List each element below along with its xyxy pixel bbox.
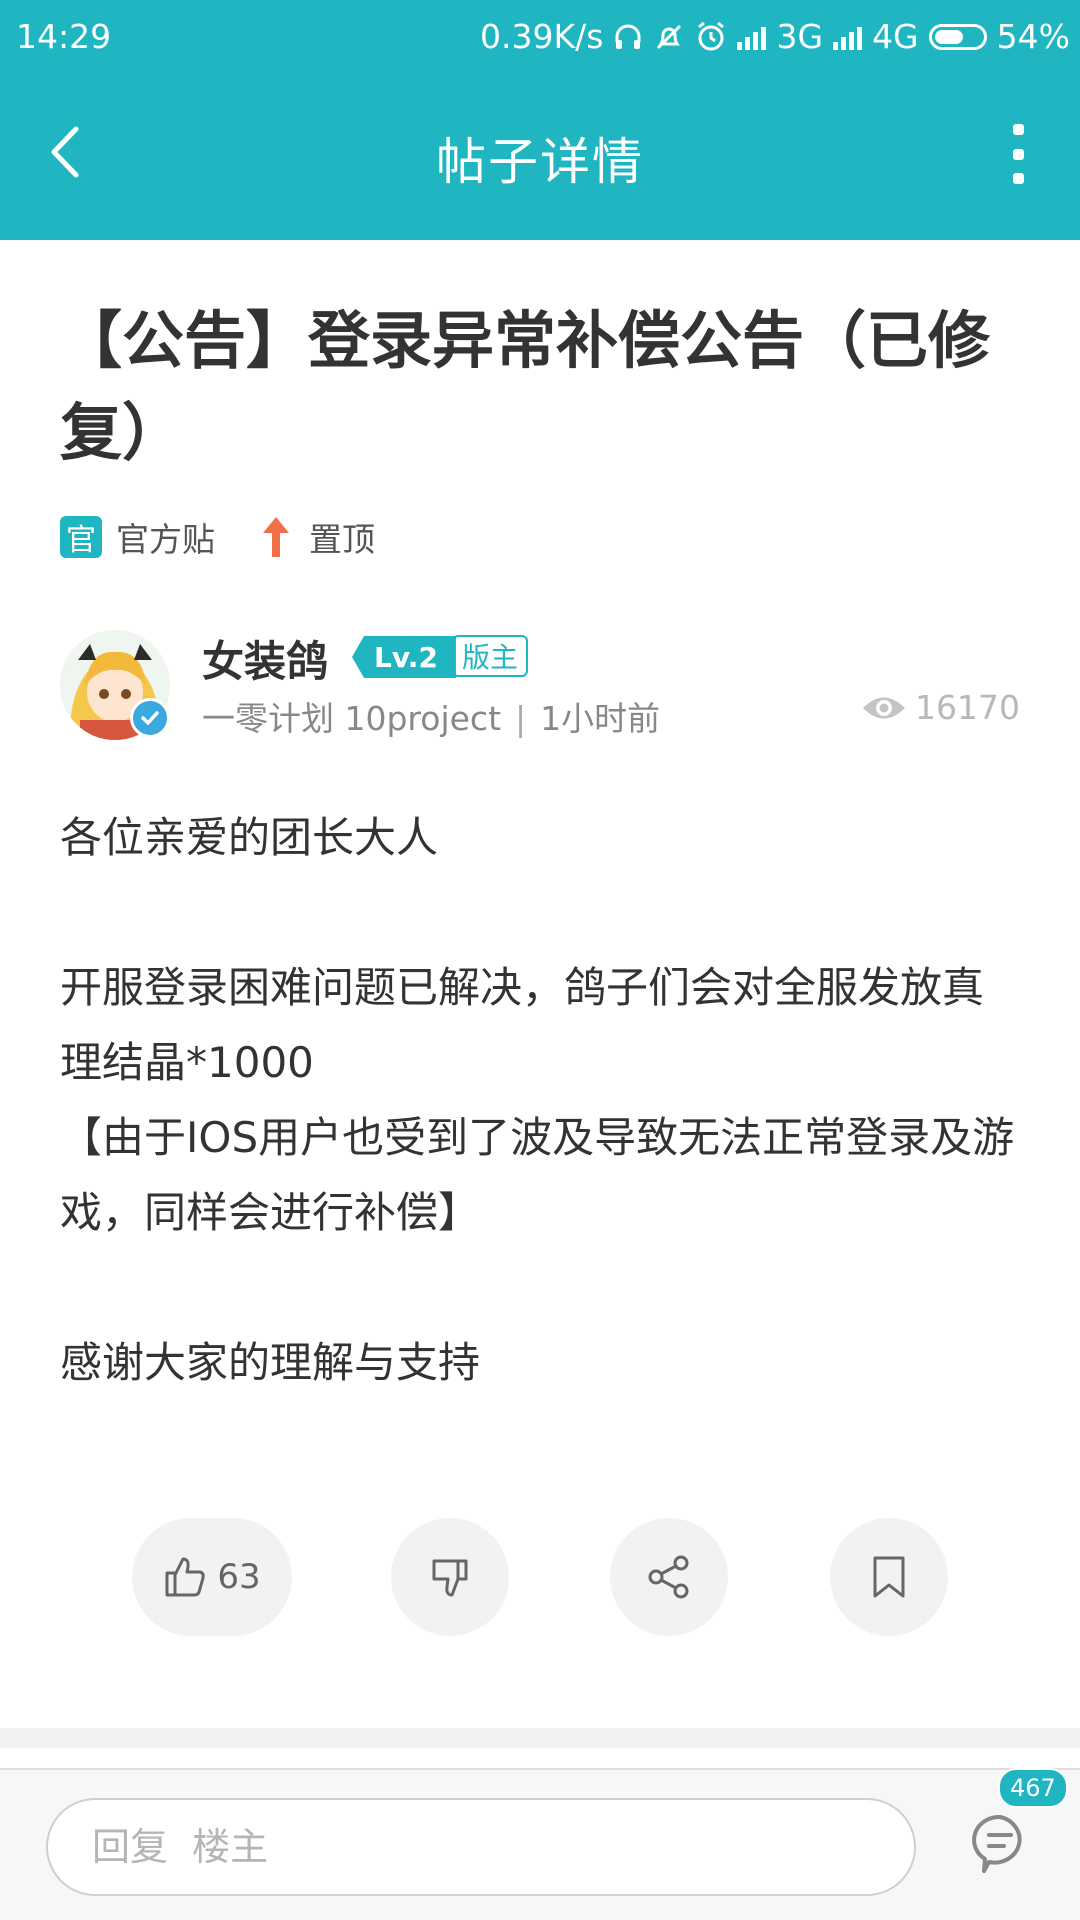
moderator-badge: 版主 <box>452 635 529 677</box>
net-speed: 0.39K/s <box>480 17 604 56</box>
post-title: 【公告】登录异常补偿公告（已修复） <box>60 304 991 469</box>
status-icons: 0.39K/s 3G 4G 54% <box>480 17 1070 56</box>
content-paragraph: 感谢大家的理解与支持 <box>60 1338 481 1387</box>
reply-bar: 467 <box>0 1768 1080 1920</box>
author-name[interactable]: 女装鸽 <box>202 628 328 689</box>
like-count: 63 <box>217 1557 261 1597</box>
content-paragraph: 各位亲爱的团长大人 <box>60 813 439 862</box>
post-meta: 一零计划 10project | 1小时前 <box>202 692 660 740</box>
arrow-up-icon <box>259 515 293 559</box>
status-bar: 14:29 0.39K/s 3G 4G 54% <box>0 0 1080 74</box>
view-count: 16170 <box>861 688 1020 727</box>
thumbs-down-icon <box>432 1559 468 1597</box>
thumbs-up-icon <box>165 1557 206 1597</box>
page-title: 帖子详情 <box>436 133 644 191</box>
signal-icon <box>737 24 767 50</box>
dislike-button[interactable] <box>391 1518 509 1636</box>
post-time: 1小时前 <box>540 699 661 738</box>
official-icon: 官 <box>60 516 102 558</box>
comments-button[interactable] <box>966 1810 1034 1878</box>
post-tags: 官 官方贴 置顶 <box>60 513 375 561</box>
content-paragraph: 【由于IOS用户也受到了波及导致无法正常登录及游戏，同样会进行补偿】 <box>60 1113 1015 1237</box>
meta-separator: | <box>515 699 527 738</box>
eye-icon <box>863 697 906 718</box>
reply-input[interactable] <box>46 1798 916 1896</box>
verified-icon <box>130 698 170 738</box>
comment-count-badge: 467 <box>998 1768 1068 1808</box>
sim1-network: 3G <box>776 17 824 56</box>
more-vertical-icon <box>1012 124 1024 135</box>
more-options-button[interactable] <box>996 124 1040 184</box>
app-header: 14:29 0.39K/s 3G 4G 54% 帖子详情 <box>0 0 1080 240</box>
bookmark-button[interactable] <box>830 1518 948 1636</box>
battery-level: 54% <box>996 17 1070 56</box>
headphones-icon <box>613 22 643 52</box>
author-info: 女装鸽 Lv.2 版主 一零计划 10project | 1小时前 16170 <box>60 630 1020 740</box>
sim2-network: 4G <box>872 17 919 56</box>
alarm-icon <box>695 21 727 53</box>
post-content: 各位亲爱的团长大人 开服登录困难问题已解决，鸽子们会对全服发放真理结晶*1000… <box>60 800 1020 1400</box>
battery-icon <box>928 23 987 50</box>
toolbar: 帖子详情 <box>0 74 1080 240</box>
content-paragraph: 开服登录困难问题已解决，鸽子们会对全服发放真理结晶*1000 <box>60 963 985 1087</box>
signal-icon-2 <box>833 24 863 50</box>
level-badge: Lv.2 <box>352 636 456 678</box>
comment-icon <box>972 1814 1022 1873</box>
like-button[interactable]: 63 <box>132 1518 292 1636</box>
view-count-value: 16170 <box>915 688 1020 727</box>
share-button[interactable] <box>610 1518 728 1636</box>
official-tag-label: 官方贴 <box>116 520 215 559</box>
status-time: 14:29 <box>16 17 112 56</box>
share-icon <box>648 1555 689 1599</box>
post-actions: 63 <box>0 1518 1080 1638</box>
pinned-tag-label: 置顶 <box>309 520 375 559</box>
section-divider <box>0 1728 1080 1748</box>
forum-name[interactable]: 一零计划 10project <box>202 699 501 738</box>
bookmark-icon <box>873 1556 905 1598</box>
bell-off-icon <box>653 21 685 53</box>
